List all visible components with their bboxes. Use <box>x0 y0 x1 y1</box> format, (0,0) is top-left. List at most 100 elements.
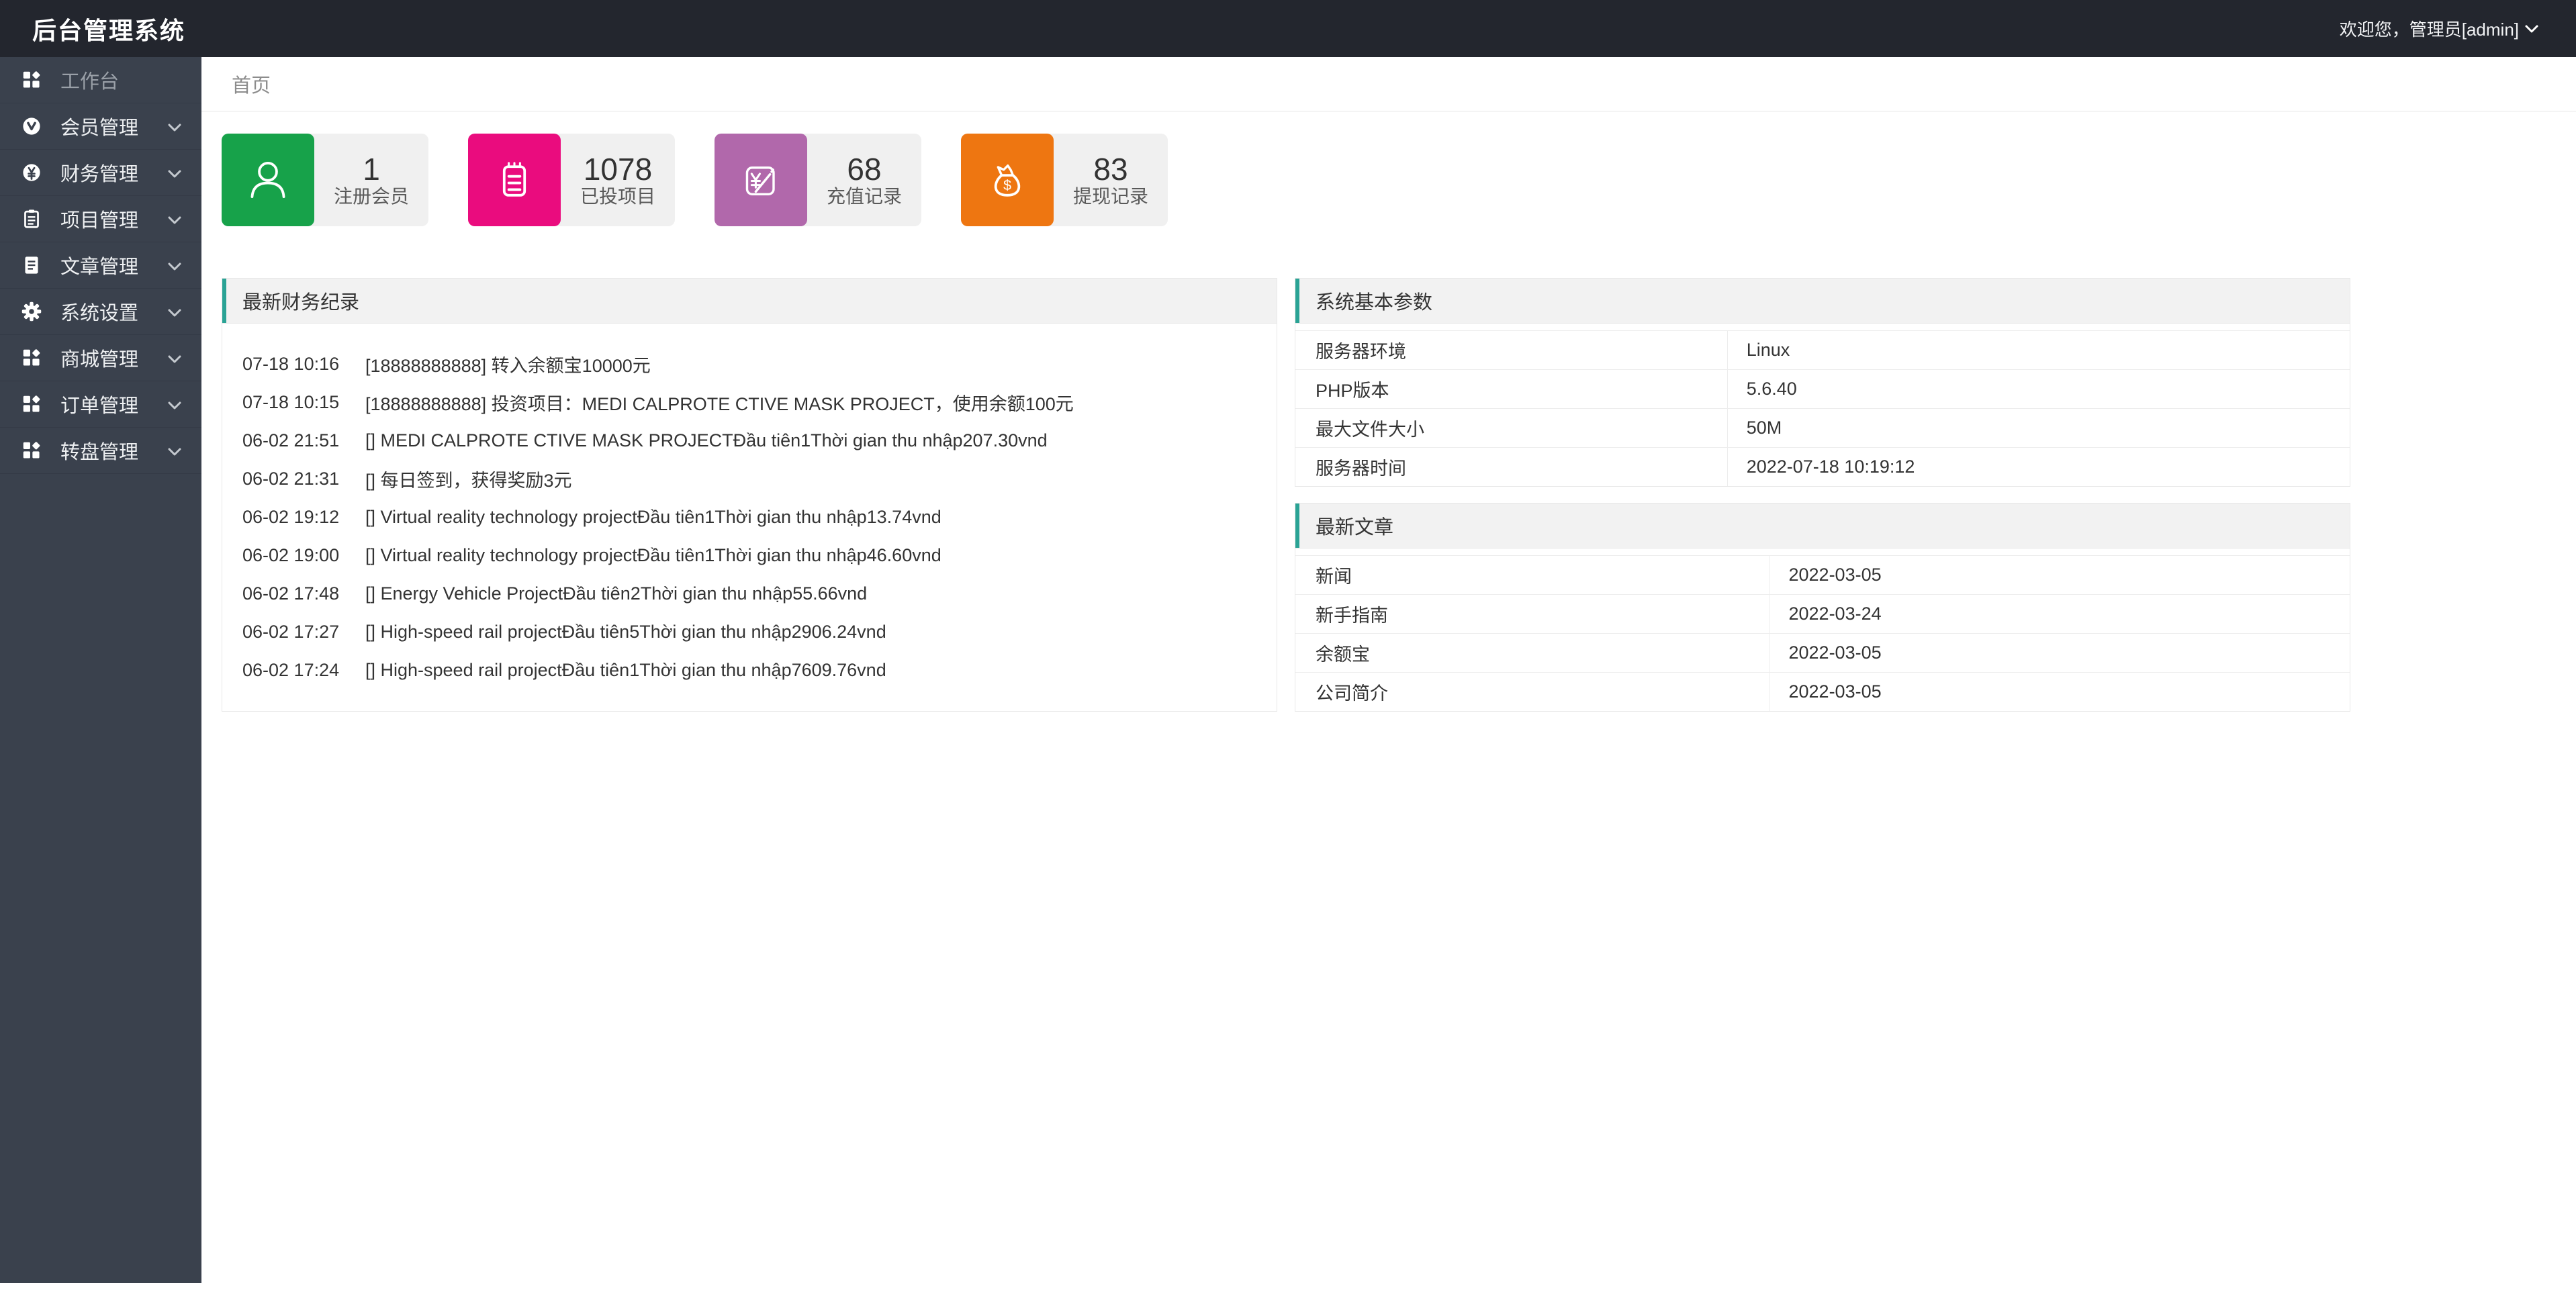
finance-record-row: 07-18 10:15 [18888888888] 投资项目：MEDI CALP… <box>242 383 1256 422</box>
panel-title: 系统基本参数 <box>1295 279 2350 324</box>
param-label: 最大文件大小 <box>1295 409 1728 447</box>
sidebar-item-mall[interactable]: 商城管理 <box>0 335 201 381</box>
record-time: 06-02 17:48 <box>242 583 340 604</box>
notepad-icon <box>468 134 561 226</box>
moneybag-icon: $ <box>961 134 1054 226</box>
yen-edit-icon <box>715 134 807 226</box>
grid-icon <box>20 346 43 369</box>
sidebar-item-label: 项目管理 <box>60 210 139 232</box>
finance-record-row: 06-02 17:24 [] High-speed rail projectĐầ… <box>242 651 1256 689</box>
article-title[interactable]: 新手指南 <box>1295 595 1770 633</box>
sidebar-item-orders[interactable]: 订单管理 <box>0 381 201 428</box>
finance-record-row: 06-02 21:51 [] MEDI CALPROTE CTIVE MASK … <box>242 422 1256 460</box>
param-value: Linux <box>1746 340 1790 360</box>
stat-card-registered-members: 1 注册会员 <box>222 134 428 226</box>
stat-label: 充值记录 <box>826 186 902 207</box>
chevron-down-icon <box>168 301 181 323</box>
record-time: 06-02 19:12 <box>242 507 340 527</box>
user-icon <box>222 134 314 226</box>
finance-record-row: 06-02 21:31 [] 每日签到，获得奖励3元 <box>242 460 1256 498</box>
sidebar: 工作台 会员管理 财务管理 项目管理 文章管理 系统设置 商城管理 订单管理 转… <box>0 57 201 1283</box>
stat-card-withdrawal-records: $ 83 提现记录 <box>961 134 1168 226</box>
record-text: [18888888888] 投资项目：MEDI CALPROTE CTIVE M… <box>365 394 1074 414</box>
sidebar-item-label: 工作台 <box>60 71 120 93</box>
finance-record-row: 06-02 17:48 [] Energy Vehicle ProjectĐầu… <box>242 575 1256 613</box>
sidebar-item-workbench[interactable]: 工作台 <box>0 57 201 103</box>
stat-label: 已投项目 <box>580 186 655 207</box>
chevron-down-icon <box>168 208 181 230</box>
stat-label: 注册会员 <box>333 186 409 207</box>
grid-icon <box>20 439 43 462</box>
sidebar-item-projects[interactable]: 项目管理 <box>0 196 201 242</box>
article-date: 2022-03-05 <box>1788 642 1882 663</box>
record-time: 06-02 21:31 <box>242 469 340 489</box>
param-value: 2022-07-18 10:19:12 <box>1746 457 1915 477</box>
table-row: 余额宝 2022-03-05 <box>1295 634 2350 673</box>
grid-icon <box>20 393 43 416</box>
article-date: 2022-03-05 <box>1788 681 1882 702</box>
user-menu[interactable]: 欢迎您，管理员[admin] <box>2340 16 2539 41</box>
svg-text:$: $ <box>1003 177 1011 193</box>
article-date: 2022-03-05 <box>1788 565 1882 585</box>
table-row: PHP版本 5.6.40 <box>1295 370 2350 409</box>
chevron-down-icon <box>2524 24 2539 34</box>
record-text: [] Virtual reality technology projectĐầu… <box>365 545 941 565</box>
article-title[interactable]: 新闻 <box>1295 556 1770 594</box>
admin-dashboard-page: 后台管理系统 欢迎您，管理员[admin] 工作台 会员管理 财务管理 项目管理… <box>0 0 2576 1291</box>
gear-icon <box>20 300 43 323</box>
record-text: [] 每日签到，获得奖励3元 <box>365 471 572 491</box>
param-label: 服务器时间 <box>1295 448 1728 486</box>
sidebar-item-label: 转盘管理 <box>60 442 139 463</box>
finance-records-panel: 最新财务纪录 07-18 10:16 [18888888888] 转入余额宝10… <box>222 278 1277 712</box>
finance-record-row: 07-18 10:16 [18888888888] 转入余额宝10000元 <box>242 345 1256 383</box>
param-label: PHP版本 <box>1295 370 1728 408</box>
table-row: 最大文件大小 50M <box>1295 409 2350 448</box>
member-icon <box>20 115 43 138</box>
sidebar-item-label: 系统设置 <box>60 303 139 324</box>
main-content: 首页 1 注册会员 1078 已投项目 68 充值记录 $ 83 提现记录 最新… <box>201 57 2576 1291</box>
sidebar-item-members[interactable]: 会员管理 <box>0 103 201 150</box>
param-label: 服务器环境 <box>1295 331 1728 369</box>
stat-card-invested-projects: 1078 已投项目 <box>468 134 675 226</box>
stat-value: 83 <box>1093 152 1128 187</box>
record-time: 06-02 17:24 <box>242 660 340 680</box>
record-text: [] High-speed rail projectĐầu tiên1Thời … <box>365 660 886 680</box>
param-value: 50M <box>1746 418 1782 438</box>
chevron-down-icon <box>168 347 181 369</box>
record-text: [] Energy Vehicle ProjectĐầu tiên2Thời g… <box>365 583 868 604</box>
article-date: 2022-03-24 <box>1788 604 1882 624</box>
sidebar-item-label: 订单管理 <box>60 395 139 417</box>
record-time: 06-02 17:27 <box>242 622 340 642</box>
table-row: 新手指南 2022-03-24 <box>1295 595 2350 634</box>
sidebar-item-wheel[interactable]: 转盘管理 <box>0 428 201 474</box>
stat-label: 提现记录 <box>1072 186 1148 207</box>
sidebar-item-finance[interactable]: 财务管理 <box>0 150 201 196</box>
panel-title: 最新财务纪录 <box>222 279 1277 324</box>
yen-circle-icon <box>20 161 43 184</box>
record-text: [18888888888] 转入余额宝10000元 <box>365 356 651 376</box>
record-text: [] MEDI CALPROTE CTIVE MASK PROJECTĐầu t… <box>365 430 1048 450</box>
sidebar-item-articles[interactable]: 文章管理 <box>0 242 201 289</box>
sidebar-item-settings[interactable]: 系统设置 <box>0 289 201 335</box>
chevron-down-icon <box>168 440 181 462</box>
article-title[interactable]: 公司简介 <box>1295 673 1770 711</box>
breadcrumb-home[interactable]: 首页 <box>232 70 271 98</box>
articles-table: 新闻 2022-03-05 新手指南 2022-03-24 余额宝 2022-0… <box>1295 555 2350 711</box>
finance-record-row: 06-02 17:27 [] High-speed rail projectĐầ… <box>242 613 1256 651</box>
stat-card-recharge-records: 68 充值记录 <box>715 134 921 226</box>
welcome-text: 欢迎您，管理员[admin] <box>2339 19 2519 40</box>
record-time: 07-18 10:15 <box>242 392 340 412</box>
table-row: 新闻 2022-03-05 <box>1295 556 2350 595</box>
article-title[interactable]: 余额宝 <box>1295 634 1770 672</box>
table-row: 服务器时间 2022-07-18 10:19:12 <box>1295 448 2350 486</box>
record-text: [] Virtual reality technology projectĐầu… <box>365 507 941 527</box>
table-row: 服务器环境 Linux <box>1295 331 2350 370</box>
panel-title: 最新文章 <box>1295 504 2350 548</box>
system-params-panel: 系统基本参数 服务器环境 Linux PHP版本 5.6.40 最大文件大小 5… <box>1295 278 2350 487</box>
record-time: 06-02 21:51 <box>242 430 340 450</box>
param-value: 5.6.40 <box>1746 379 1797 399</box>
stat-value: 1078 <box>583 152 653 187</box>
stats-row: 1 注册会员 1078 已投项目 68 充值记录 $ 83 提现记录 <box>222 134 2576 226</box>
finance-record-row: 06-02 19:12 [] Virtual reality technolog… <box>242 498 1256 536</box>
chevron-down-icon <box>168 115 181 138</box>
